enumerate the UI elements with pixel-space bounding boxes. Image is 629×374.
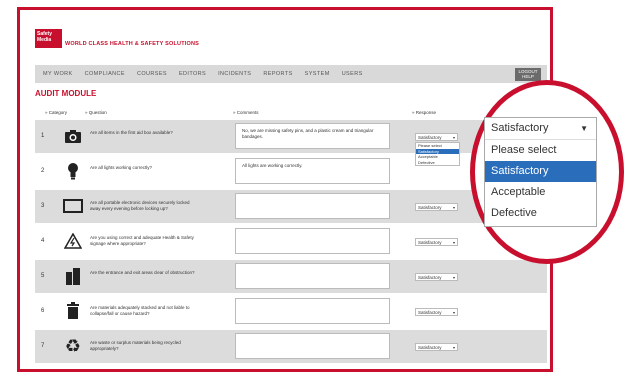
row-number: 7 [41, 343, 45, 349]
building-icon [63, 266, 83, 286]
column-header-question: » Question [85, 110, 107, 115]
dropdown-option-defective[interactable]: Defective [485, 203, 596, 224]
comment-field[interactable] [235, 263, 390, 289]
question-text: Are all items in the first aid box avail… [90, 130, 173, 135]
help-label: HELP [522, 74, 534, 79]
table-row: 1 Are all items in the first aid box ava… [35, 120, 547, 166]
camera-icon [63, 126, 83, 146]
response-value: Satisfactory [418, 310, 442, 315]
lightbulb-icon [63, 161, 83, 181]
row-number: 5 [41, 273, 45, 279]
nav-item-courses[interactable]: COURSES [137, 71, 167, 77]
row-number: 6 [41, 308, 45, 314]
dropdown-option-satisfactory[interactable]: Satisfactory [485, 161, 596, 182]
comment-field[interactable]: All lights are working correctly. [235, 158, 390, 184]
dropdown-option-please-select[interactable]: Please select [485, 140, 596, 161]
chevron-down-icon: ▾ [452, 310, 455, 315]
comment-field[interactable] [235, 228, 390, 254]
question-text: Are all lights working correctly? [90, 165, 153, 170]
logout-help-button[interactable]: LOGOUT HELP [515, 68, 541, 81]
column-header-comments: » Comments [233, 110, 259, 115]
top-nav: MY WORK COMPLIANCE COURSES EDITORS INCID… [35, 65, 547, 83]
table-row: 7 ♻ Are waste or surplus materials being… [35, 330, 547, 363]
chevron-down-icon: ▾ [452, 345, 455, 350]
response-dropdown-zoomed[interactable]: Satisfactory ▼ Please select Satisfactor… [484, 117, 597, 227]
logo-text: Safety Media [37, 31, 53, 43]
nav-item-incidents[interactable]: INCIDENTS [218, 71, 251, 77]
page-title: AUDIT MODULE [35, 89, 97, 98]
nav-item-compliance[interactable]: COMPLIANCE [85, 71, 125, 77]
response-select[interactable]: Satisfactory ▾ [415, 238, 458, 246]
chevron-down-icon: ▾ [452, 135, 455, 140]
nav-item-system[interactable]: SYSTEM [305, 71, 330, 77]
comment-field[interactable] [235, 333, 390, 359]
response-select[interactable]: Satisfactory ▾ [415, 203, 458, 211]
nav-item-my-work[interactable]: MY WORK [43, 71, 73, 77]
response-value: Satisfactory [418, 135, 442, 140]
row-number: 4 [41, 238, 45, 244]
question-text: Are materials adequately stacked and not… [90, 305, 190, 316]
table-row: 5 Are the entrance and exit areas clear … [35, 260, 547, 293]
trash-bin-icon [63, 301, 83, 321]
column-header-category: » Category [45, 110, 68, 115]
nav-item-users[interactable]: USERS [342, 71, 363, 77]
question-text: Are you using correct and adequate Healt… [90, 235, 194, 246]
comment-field[interactable] [235, 193, 390, 219]
response-value: Satisfactory [418, 205, 442, 210]
response-select[interactable]: Satisfactory ▾ [415, 308, 458, 316]
chevron-down-icon: ▾ [452, 275, 455, 280]
response-select[interactable]: Satisfactory ▾ [415, 273, 458, 281]
chevron-down-icon: ▾ [452, 240, 455, 245]
table-row: 6 Are materials adequately stacked and n… [35, 295, 547, 328]
response-value: Satisfactory [418, 345, 442, 350]
question-text: Are the entrance and exit areas clear of… [90, 270, 195, 275]
dropdown-value-text: Satisfactory [491, 122, 549, 134]
nav-item-reports[interactable]: REPORTS [263, 71, 292, 77]
nav-items: MY WORK COMPLIANCE COURSES EDITORS INCID… [43, 71, 363, 77]
recycle-icon: ♻ [64, 335, 82, 357]
dropdown-option-acceptable[interactable]: Acceptable [485, 182, 596, 203]
row-number: 2 [41, 168, 45, 174]
table-row: 3 Are all portable electronic devices se… [35, 190, 547, 223]
response-select[interactable]: Satisfactory ▾ [415, 343, 458, 351]
column-header-response: » Response [412, 110, 437, 115]
tagline: WORLD CLASS HEALTH & SAFETY SOLUTIONS [65, 41, 200, 47]
response-value: Satisfactory [418, 240, 442, 245]
safety-media-logo: Safety Media [35, 29, 62, 48]
question-text: Are waste or surplus materials being rec… [90, 340, 181, 351]
response-select[interactable]: Satisfactory ▾ [415, 133, 458, 141]
chevron-down-icon: ▾ [452, 205, 455, 210]
caret-down-icon: ▼ [580, 124, 588, 133]
row-number: 1 [41, 133, 45, 139]
comment-field[interactable]: No, we are missing safety pins, and a pl… [235, 123, 390, 149]
response-value: Satisfactory [418, 275, 442, 280]
question-text: Are all portable electronic devices secu… [90, 200, 190, 211]
table-row: 4 Are you using correct and adequate Hea… [35, 225, 547, 258]
electric-hazard-icon [63, 231, 83, 251]
row-number: 3 [41, 203, 45, 209]
monitor-icon [63, 196, 83, 216]
nav-item-editors[interactable]: EDITORS [179, 71, 206, 77]
dropdown-current-value[interactable]: Satisfactory ▼ [485, 118, 596, 140]
comment-field[interactable] [235, 298, 390, 324]
